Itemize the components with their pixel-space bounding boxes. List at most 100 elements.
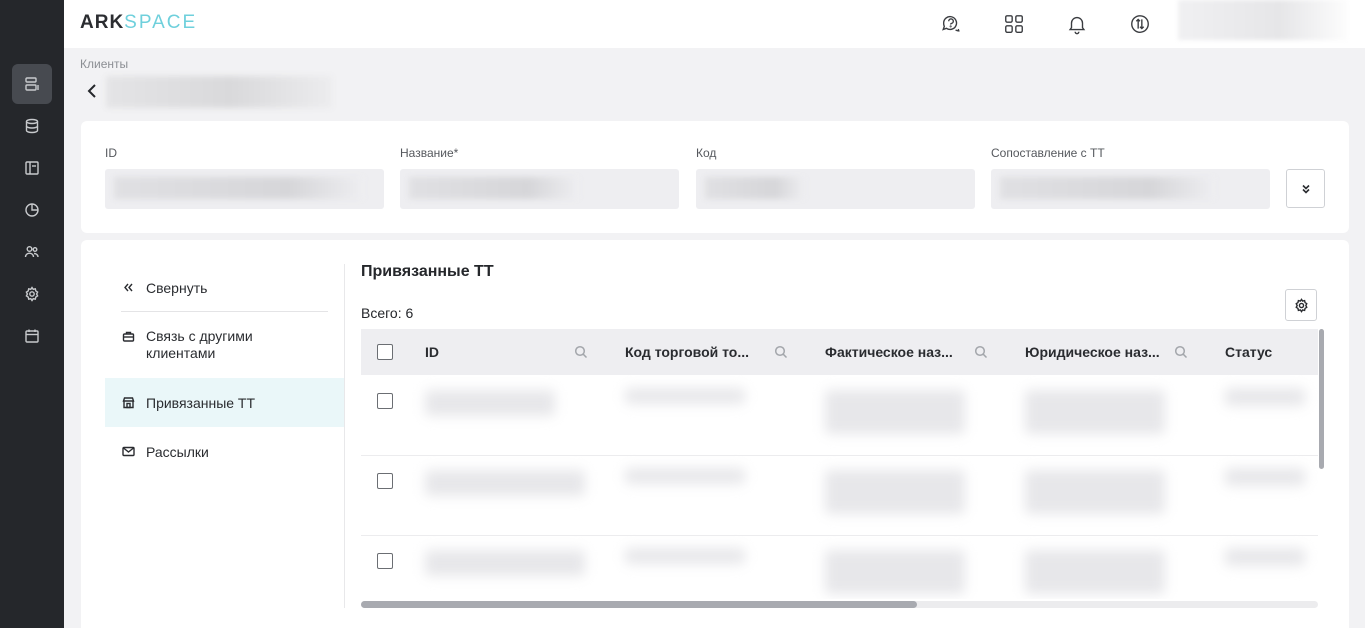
row-id-cell <box>425 470 585 496</box>
horizontal-scrollbar[interactable] <box>361 601 917 608</box>
nav-separator <box>344 264 345 608</box>
sidebar-item-clients[interactable] <box>12 64 52 104</box>
column-search-legal-name[interactable] <box>1174 345 1188 359</box>
page-title <box>106 76 332 108</box>
nav-divider <box>121 311 328 312</box>
top-bar: ARKSPACE <box>64 0 1365 48</box>
sidebar-item-calendar[interactable] <box>12 316 52 356</box>
search-icon <box>1174 345 1188 359</box>
row-actual-name-cell <box>825 550 965 594</box>
nav-bound-tt[interactable]: Привязанные ТТ <box>105 378 344 427</box>
row-code-cell <box>625 468 745 484</box>
mail-icon <box>122 446 135 457</box>
bound-tt-table: ID Код торговой то... Фактическое наз...… <box>361 329 1318 599</box>
app-logo[interactable]: ARKSPACE <box>80 12 197 34</box>
row-checkbox[interactable] <box>377 553 393 569</box>
row-status-cell <box>1225 388 1305 406</box>
select-all-checkbox[interactable] <box>377 344 393 360</box>
nav-mailings-label: Рассылки <box>146 443 209 460</box>
row-actual-name-cell <box>825 470 965 514</box>
sync-icon <box>1131 15 1149 33</box>
breadcrumb[interactable]: Клиенты <box>80 57 128 71</box>
search-icon <box>774 345 788 359</box>
users-icon <box>24 246 39 258</box>
column-header-actual-name[interactable]: Фактическое наз... <box>825 329 953 375</box>
column-search-actual-name[interactable] <box>974 345 988 359</box>
column-header-legal-name[interactable]: Юридическое наз... <box>1025 329 1160 375</box>
table-row[interactable] <box>361 536 1318 599</box>
logo-ark: ARK <box>80 12 125 33</box>
nav-collapse-label: Свернуть <box>146 279 208 296</box>
table-row[interactable] <box>361 376 1318 456</box>
sidebar-item-settings[interactable] <box>12 274 52 314</box>
row-status-cell <box>1225 468 1305 486</box>
sidebar-item-layout[interactable] <box>12 148 52 188</box>
notifications-button[interactable] <box>1065 12 1089 36</box>
column-header-status[interactable]: Статус <box>1225 329 1272 375</box>
chevrons-down-icon <box>1301 184 1310 194</box>
store-icon <box>122 397 135 409</box>
briefcase-icon <box>122 331 135 342</box>
main-card: Свернуть Связь с другими клиентами Привяз… <box>81 240 1349 628</box>
row-actual-name-cell <box>825 390 965 434</box>
section-title: Привязанные ТТ <box>361 263 494 280</box>
nav-linked-clients[interactable]: Связь с другими клиентами <box>105 321 344 371</box>
table-header: ID Код торговой то... Фактическое наз...… <box>361 329 1318 375</box>
vertical-scrollbar[interactable] <box>1319 329 1324 469</box>
clients-icon <box>25 77 39 91</box>
name-field-label: Название* <box>400 146 459 160</box>
sync-button[interactable] <box>1128 12 1152 36</box>
row-status-cell <box>1225 548 1305 566</box>
row-code-cell <box>625 548 745 564</box>
apps-grid-icon <box>1005 15 1023 33</box>
mapping-field[interactable] <box>991 169 1270 209</box>
code-field-label: Код <box>696 146 717 160</box>
name-field[interactable] <box>400 169 679 209</box>
expand-fields-button[interactable] <box>1286 169 1325 208</box>
row-id-cell <box>425 550 585 576</box>
logo-space: SPACE <box>124 12 198 33</box>
gear-icon <box>1294 297 1308 313</box>
nav-collapse[interactable]: Свернуть <box>105 264 344 311</box>
nav-mailings[interactable]: Рассылки <box>105 427 344 476</box>
bell-icon <box>1068 16 1086 35</box>
calendar-icon <box>25 329 39 343</box>
database-icon <box>25 118 39 134</box>
apps-grid-button[interactable] <box>1002 12 1026 36</box>
chevrons-left-icon <box>124 283 133 292</box>
search-icon <box>974 345 988 359</box>
sidebar-item-database[interactable] <box>12 106 52 146</box>
chart-icon <box>25 203 39 217</box>
search-icon <box>574 345 588 359</box>
sidebar-item-analytics[interactable] <box>12 190 52 230</box>
table-row[interactable] <box>361 456 1318 536</box>
row-checkbox[interactable] <box>377 393 393 409</box>
nav-bound-tt-label: Привязанные ТТ <box>146 394 256 411</box>
left-sidebar <box>0 0 64 628</box>
code-field[interactable] <box>696 169 975 209</box>
id-field-label: ID <box>105 146 117 160</box>
row-legal-name-cell <box>1025 390 1165 434</box>
nav-linked-clients-label: Связь с другими клиентами <box>146 328 253 361</box>
column-search-id[interactable] <box>574 345 588 359</box>
support-chat-button[interactable] <box>939 12 963 36</box>
row-id-cell <box>425 390 555 416</box>
row-legal-name-cell <box>1025 470 1165 514</box>
row-code-cell <box>625 388 745 404</box>
chevron-left-icon <box>87 84 96 98</box>
row-legal-name-cell <box>1025 550 1165 594</box>
column-search-outlet-code[interactable] <box>774 345 788 359</box>
column-header-id[interactable]: ID <box>425 329 439 375</box>
column-header-outlet-code[interactable]: Код торговой то... <box>625 329 749 375</box>
user-profile[interactable] <box>1178 0 1348 40</box>
client-fields-card: ID Название* Код Сопоставление с ТТ <box>81 121 1349 233</box>
mapping-field-label: Сопоставление с ТТ <box>991 146 1105 160</box>
support-chat-icon <box>942 15 960 32</box>
sidebar-item-users[interactable] <box>12 232 52 272</box>
table-settings-button[interactable] <box>1285 289 1317 321</box>
id-field[interactable] <box>105 169 384 209</box>
row-checkbox[interactable] <box>377 473 393 489</box>
back-button[interactable] <box>84 81 100 101</box>
gear-icon <box>25 286 39 302</box>
total-count: Всего: 6 <box>361 305 414 321</box>
